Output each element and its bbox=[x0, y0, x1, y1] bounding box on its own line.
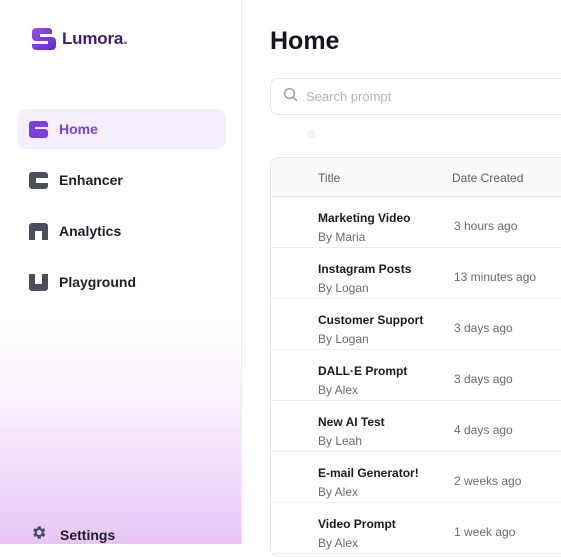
row-title: Marketing Video bbox=[318, 211, 411, 225]
brand-name: Lumora. bbox=[62, 29, 128, 48]
row-author: By Logan bbox=[318, 281, 369, 295]
main-content: Home Title Date Created Marketing Video … bbox=[243, 0, 561, 557]
sidebar-item-analytics[interactable]: Analytics bbox=[18, 211, 226, 251]
sidebar: Lumora. Home Enhancer Analytics Playgrou… bbox=[0, 0, 242, 544]
row-date: 13 minutes ago bbox=[454, 270, 537, 284]
table-row[interactable]: Marketing Video By Maria 3 hours ago bbox=[271, 197, 561, 248]
sidebar-item-label: Home bbox=[59, 121, 98, 137]
row-title: Customer Support bbox=[318, 313, 424, 327]
settings-label: Settings bbox=[60, 527, 116, 543]
row-date: 4 days ago bbox=[454, 423, 513, 437]
row-date: 3 days ago bbox=[454, 372, 513, 386]
home-icon bbox=[29, 120, 48, 139]
sidebar-item-playground[interactable]: Playground bbox=[18, 262, 226, 302]
page-title: Home bbox=[270, 27, 340, 55]
table-row[interactable]: E-mail Generator! By Alex 2 weeks ago bbox=[271, 452, 561, 503]
row-author: By Alex bbox=[318, 485, 359, 499]
row-author: By Logan bbox=[318, 332, 369, 346]
search-icon bbox=[283, 87, 298, 107]
column-header-date[interactable]: Date Created bbox=[452, 171, 523, 185]
row-title: E-mail Generator! bbox=[318, 466, 419, 480]
search-input[interactable] bbox=[304, 88, 528, 105]
lumora-logo-icon bbox=[32, 28, 56, 50]
row-author: By Alex bbox=[318, 536, 359, 550]
table-row[interactable]: Instagram Posts By Logan 13 minutes ago bbox=[271, 248, 561, 299]
row-date: 3 days ago bbox=[454, 321, 513, 335]
row-date: 1 week ago bbox=[454, 525, 516, 539]
sidebar-nav: Home Enhancer Analytics Playground bbox=[18, 109, 226, 313]
row-title: New AI Test bbox=[318, 415, 385, 429]
table-row[interactable]: Video Prompt By Alex 1 week ago bbox=[271, 503, 561, 554]
faint-indicator bbox=[307, 130, 316, 139]
sidebar-item-label: Analytics bbox=[59, 223, 122, 239]
table-header: Title Date Created bbox=[271, 158, 561, 197]
sidebar-item-label: Enhancer bbox=[59, 172, 123, 188]
row-author: By Leah bbox=[318, 434, 363, 448]
row-title: DALL·E Prompt bbox=[318, 364, 408, 378]
row-author: By Alex bbox=[318, 383, 359, 397]
row-date: 3 hours ago bbox=[454, 219, 518, 233]
prompts-table: Title Date Created Marketing Video By Ma… bbox=[270, 157, 561, 557]
column-header-title[interactable]: Title bbox=[318, 171, 340, 185]
search-box[interactable] bbox=[270, 78, 561, 115]
sidebar-item-enhancer[interactable]: Enhancer bbox=[18, 160, 226, 200]
playground-icon bbox=[29, 273, 48, 292]
sidebar-item-home[interactable]: Home bbox=[18, 109, 226, 149]
table-row[interactable]: Customer Support By Logan 3 days ago bbox=[271, 299, 561, 350]
brand-logo[interactable]: Lumora. bbox=[32, 28, 128, 50]
row-date: 2 weeks ago bbox=[454, 474, 522, 488]
table-row[interactable]: DALL·E Prompt By Alex 3 days ago bbox=[271, 350, 561, 401]
analytics-icon bbox=[29, 222, 48, 241]
enhancer-icon bbox=[29, 171, 48, 190]
sidebar-item-label: Playground bbox=[59, 274, 137, 290]
row-title: Video Prompt bbox=[318, 517, 396, 531]
row-title: Instagram Posts bbox=[318, 262, 412, 276]
table-row[interactable]: New AI Test By Leah 4 days ago bbox=[271, 401, 561, 452]
sidebar-item-settings[interactable]: Settings bbox=[30, 524, 115, 546]
row-author: By Maria bbox=[318, 230, 366, 244]
gear-icon bbox=[30, 524, 47, 546]
